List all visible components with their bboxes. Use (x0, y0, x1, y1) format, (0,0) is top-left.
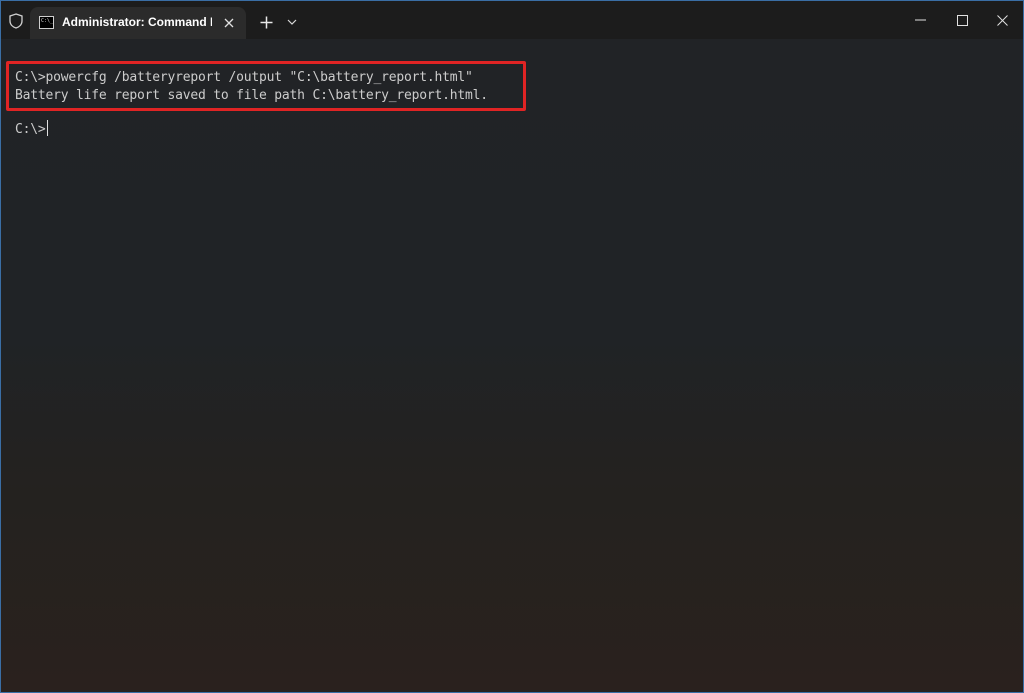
tab-title: Administrator: Command Prompt (62, 15, 212, 29)
new-tab-button[interactable] (255, 11, 277, 33)
tab-command-prompt[interactable]: Administrator: Command Prompt (30, 7, 246, 39)
command-prompt-icon (39, 16, 54, 29)
terminal-output[interactable]: C:\>powercfg /batteryreport /output "C:\… (1, 39, 1023, 692)
close-icon (224, 18, 234, 28)
shield-icon (8, 13, 24, 29)
close-tab-button[interactable] (219, 13, 239, 33)
prompt-text: C:\> (15, 122, 46, 137)
minimize-button[interactable] (897, 1, 943, 39)
prompt-line[interactable]: C:\> (15, 120, 48, 139)
minimize-icon (914, 19, 926, 21)
tab-dropdown-button[interactable] (283, 13, 301, 31)
close-window-button[interactable] (979, 1, 1023, 39)
maximize-icon (956, 14, 968, 26)
highlight-box (6, 61, 526, 111)
terminal-window: Administrator: Command Prompt (0, 0, 1024, 693)
plus-icon (260, 16, 272, 28)
chevron-down-icon (287, 19, 297, 25)
text-cursor (46, 120, 48, 136)
close-icon (996, 14, 1008, 26)
title-bar[interactable]: Administrator: Command Prompt (1, 1, 1023, 39)
